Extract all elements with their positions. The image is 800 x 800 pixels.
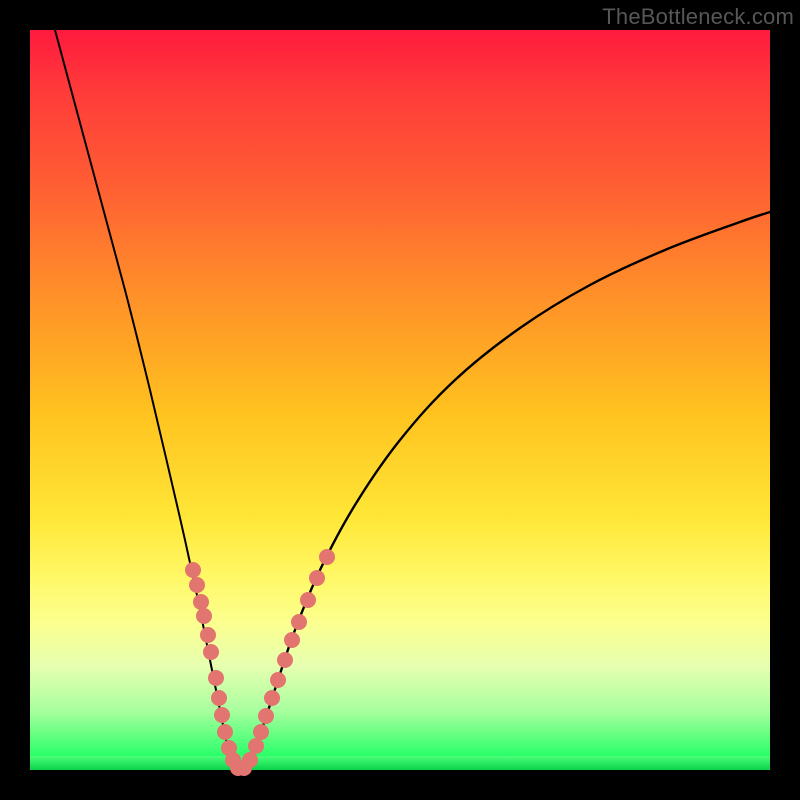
- data-point: [193, 594, 209, 610]
- data-point: [214, 707, 230, 723]
- data-point: [264, 690, 280, 706]
- data-point: [242, 752, 258, 768]
- data-point: [277, 652, 293, 668]
- data-point: [284, 632, 300, 648]
- data-point: [270, 672, 286, 688]
- watermark-text: TheBottleneck.com: [602, 4, 794, 30]
- bottleneck-right-curve: [243, 212, 770, 770]
- data-point: [291, 614, 307, 630]
- data-point: [253, 724, 269, 740]
- data-point: [211, 690, 227, 706]
- data-point: [248, 738, 264, 754]
- data-point: [200, 627, 216, 643]
- data-point: [309, 570, 325, 586]
- chart-frame: TheBottleneck.com: [0, 0, 800, 800]
- data-point: [208, 670, 224, 686]
- bottleneck-data-points: [185, 549, 335, 776]
- data-point: [185, 562, 201, 578]
- data-point: [189, 577, 205, 593]
- data-point: [217, 724, 233, 740]
- data-point: [258, 708, 274, 724]
- data-point: [196, 608, 212, 624]
- data-point: [203, 644, 219, 660]
- chart-plot-area: [30, 30, 770, 770]
- data-point: [300, 592, 316, 608]
- data-point: [319, 549, 335, 565]
- chart-svg: [30, 30, 770, 770]
